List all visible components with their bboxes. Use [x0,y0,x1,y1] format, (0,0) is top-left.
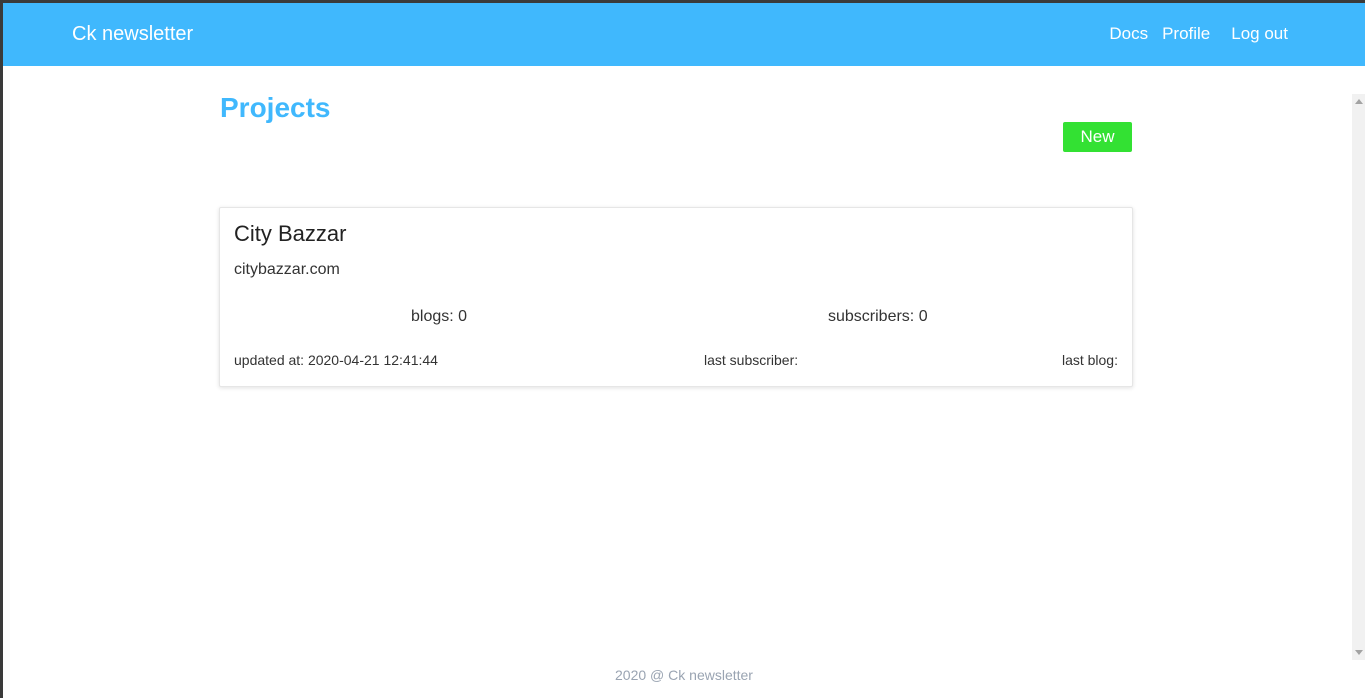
project-last-blog: last blog: [1061,352,1118,368]
brand-link[interactable]: Ck newsletter [72,22,193,46]
page-title: Projects [220,92,331,123]
project-url: citybazzar.com [234,261,340,278]
nav-links: Docs Profile Log out [1109,24,1288,44]
new-project-button[interactable]: New [1063,122,1132,152]
project-blogs-count: blogs: 0 [411,308,468,325]
nav-logout-link[interactable]: Log out [1231,24,1288,44]
app-window: Ck newsletter Docs Profile Log out Proje… [3,3,1365,698]
vertical-scrollbar[interactable] [1352,94,1365,660]
project-subscribers-count: subscribers: 0 [828,308,928,325]
project-card[interactable]: City Bazzar citybazzar.com blogs: 0 subs… [219,207,1133,387]
scroll-up-icon[interactable] [1355,99,1363,104]
scroll-down-icon[interactable] [1355,650,1363,655]
nav-profile-link[interactable]: Profile [1162,24,1210,44]
project-updated-at: updated at: 2020-04-21 12:41:44 [234,352,438,368]
footer-text: 2020 @ Ck newsletter [615,667,753,683]
top-navbar: Ck newsletter Docs Profile Log out [3,3,1365,66]
scroll-thumb[interactable] [1354,110,1363,644]
project-name[interactable]: City Bazzar [234,220,346,248]
project-last-subscriber: last subscriber: [704,352,799,368]
nav-docs-link[interactable]: Docs [1109,24,1148,44]
